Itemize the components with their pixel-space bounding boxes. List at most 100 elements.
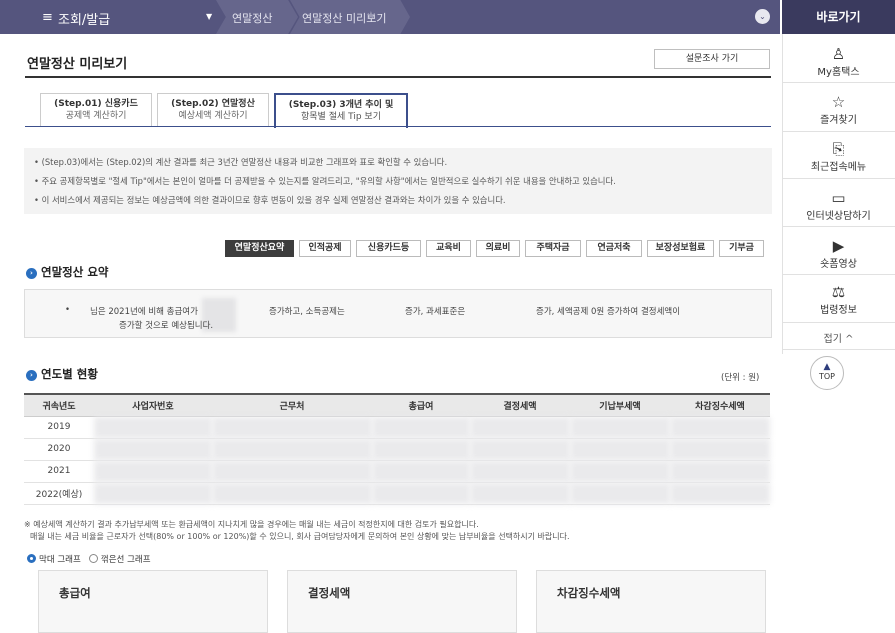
tab-medical[interactable]: 의료비 (476, 240, 520, 257)
quick-item-recent-menu[interactable]: ⎘ 최근접속메뉴 (782, 141, 895, 174)
section-arrow-icon: › (26, 370, 37, 381)
graph-box-title: 차감징수세액 (557, 586, 621, 600)
step-tab-1[interactable]: (Step.01) 신용카드 공제액 계산하기 (40, 93, 152, 127)
redacted-cell (212, 482, 372, 505)
radio-selected-icon (27, 554, 36, 563)
year-cell: 2020 (24, 438, 94, 461)
redacted-cell (570, 460, 670, 483)
tab-donation[interactable]: 기부금 (719, 240, 764, 257)
redacted-cell (94, 482, 212, 505)
step-tab-2[interactable]: (Step.02) 연말정산 예상세액 계산하기 (157, 93, 269, 127)
graph-box-title: 총급여 (59, 586, 91, 600)
summary-box: • 님은 2021년에 비해 총급여가 증가하고, 소득공제는 증가, 과세표준… (24, 289, 772, 338)
step-tab-sub: 공제액 계산하기 (65, 111, 127, 121)
divider (782, 226, 895, 227)
line-graph-radio[interactable]: 꺾은선 그래프 (88, 554, 151, 565)
graph-box-net-tax: 차감징수세액 (536, 570, 766, 633)
year-cell: 2021 (24, 460, 94, 483)
divider (782, 131, 895, 132)
col-net-tax: 차감징수세액 (670, 393, 770, 417)
table-row: 2020 (24, 438, 770, 461)
quick-item-label: 즐겨찾기 (820, 115, 857, 126)
redacted-cell (470, 482, 570, 505)
col-business-no: 사업자번호 (94, 393, 212, 417)
step-tab-underline (25, 126, 771, 127)
line-graph-label: 꺾은선 그래프 (100, 555, 151, 565)
divider (782, 178, 895, 179)
graph-box-title: 결정세액 (308, 586, 351, 600)
quick-item-label: 최근접속메뉴 (810, 162, 867, 173)
monitor-icon: ▭ (831, 189, 846, 207)
footnote-line: 매월 내는 세금 비율을 근로자가 선택(80% or 100% or 120%… (30, 532, 570, 541)
table-row: 2019 (24, 416, 770, 439)
tab-credit-card[interactable]: 신용카드등 (356, 240, 421, 257)
table-row: 2022(예상) (24, 482, 770, 505)
redacted-cell (670, 460, 770, 483)
quick-item-law-info[interactable]: ⚖ 법령정보 (782, 283, 895, 317)
circle-chevron-icon[interactable]: ⌄ (755, 9, 770, 24)
summary-text: 증가할 것으로 예상됩니다. (119, 321, 214, 331)
tab-summary[interactable]: 연말정산요약 (225, 240, 294, 257)
quick-item-short-video[interactable]: ▶ 숏폼영상 (782, 237, 895, 271)
breadcrumb-label-year-end[interactable]: 연말정산 (232, 10, 272, 26)
graph-box-determined-tax: 결정세액 (287, 570, 517, 633)
arrow-up-icon: ▲ (823, 362, 831, 372)
redacted-cell (94, 416, 212, 439)
col-workplace: 근무처 (212, 393, 372, 417)
quick-item-label: 법령정보 (820, 305, 857, 316)
title-divider (25, 76, 771, 78)
hamburger-menu-icon[interactable]: ≡ (42, 10, 53, 25)
menu-category-label[interactable]: 조회/발급 (58, 9, 110, 28)
summary-text: 님은 2021년에 비해 총급여가 (90, 307, 198, 317)
tab-pension[interactable]: 연금저축 (586, 240, 642, 257)
graph-type-options: 막대 그래프 꺾은선 그래프 (27, 553, 151, 565)
summary-text: 증가, 과세표준은 (405, 307, 466, 317)
table-row: 2021 (24, 460, 770, 483)
redacted-cell (212, 460, 372, 483)
quick-item-label: My홈택스 (817, 67, 860, 78)
quick-item-online-consult[interactable]: ▭ 인터넷상담하기 (782, 189, 895, 223)
scroll-top-button[interactable]: ▲ TOP (810, 356, 844, 390)
play-icon: ▶ (832, 237, 845, 255)
step-tab-label: (Step.02) 연말정산 (171, 99, 255, 109)
redacted-cell (372, 460, 470, 483)
quick-item-favorites[interactable]: ☆ 즐겨찾기 (782, 94, 895, 127)
favorite-star-icon[interactable]: ★ (366, 9, 376, 22)
tab-education[interactable]: 교육비 (426, 240, 471, 257)
graph-box-total-salary: 총급여 (38, 570, 268, 633)
redacted-cell (670, 482, 770, 505)
quick-access-sidebar: 바로가기 ♙ My홈택스 ☆ 즐겨찾기 ⎘ 최근접속메뉴 ▭ 인터넷상담하기 ▶… (782, 0, 895, 633)
redacted-cell (470, 438, 570, 461)
tab-personal[interactable]: 인적공제 (299, 240, 351, 257)
col-total-salary: 총급여 (372, 393, 470, 417)
redacted-cell (212, 416, 372, 439)
step-tab-label: (Step.03) 3개년 추이 및 (288, 100, 394, 110)
redacted-cell (372, 416, 470, 439)
bar-graph-radio[interactable]: 막대 그래프 (27, 554, 81, 565)
step-tab-3[interactable]: (Step.03) 3개년 추이 및 항목별 절세 Tip 보기 (274, 93, 408, 128)
survey-button[interactable]: 설문조사 가기 (654, 49, 770, 69)
divider (782, 82, 895, 83)
col-prepaid-tax: 기납부세액 (570, 393, 670, 417)
yearly-table: 귀속년도 사업자번호 근무처 총급여 결정세액 기납부세액 차감징수세액 201… (24, 393, 770, 505)
redacted-cell (470, 460, 570, 483)
year-cell: 2022(예상) (24, 482, 94, 505)
gavel-icon: ⚖ (831, 283, 846, 301)
quick-item-myhometax[interactable]: ♙ My홈택스 (782, 46, 895, 79)
chevron-down-icon[interactable]: ▼ (206, 12, 212, 21)
footnote-line: ※ 예상세액 계산하기 결과 추가납부세액 또는 환급세액이 지나치게 많을 경… (24, 520, 479, 529)
top-nav-bar: ≡ 조회/발급 ▼ 연말정산 연말정산 미리보기 ★ ⌄ (0, 0, 780, 34)
unit-label: (단위 : 원) (721, 373, 760, 383)
redacted-cell (670, 416, 770, 439)
page-title: 연말정산 미리보기 (27, 57, 128, 72)
quick-item-label: 인터넷상담하기 (806, 211, 871, 222)
fold-button[interactable]: 접기 ^ (782, 330, 895, 345)
step-tab-label: (Step.01) 신용카드 (54, 99, 138, 109)
redacted-cell (470, 416, 570, 439)
step-tab-sub: 항목별 절세 Tip 보기 (301, 112, 381, 122)
quick-item-label: 숏폼영상 (820, 259, 857, 270)
tab-housing[interactable]: 주택자금 (525, 240, 581, 257)
tab-insurance[interactable]: 보장성보험료 (647, 240, 714, 257)
redacted-cell (372, 438, 470, 461)
notice-box: • (Step.03)에서는 (Step.02)의 계산 결과를 최근 3년간 … (24, 148, 772, 214)
